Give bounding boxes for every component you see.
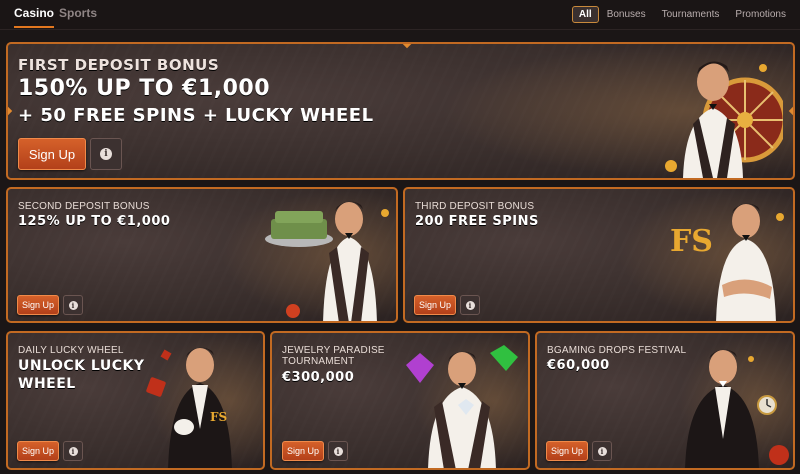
fs-badge-icon: FS [210, 410, 227, 424]
promo-card-third-deposit: THIRD DEPOSIT BONUS 200 FREE SPINS Sign … [403, 187, 795, 323]
promo-subheadline: + 50 FREE SPINS + LUCKY WHEEL [18, 105, 374, 126]
promo-title: BGAMING DROPS FESTIVAL [547, 345, 687, 356]
promo-card-bgaming-drops: BGAMING DROPS FESTIVAL €60,000 Sign Up i [535, 331, 795, 470]
promo-title: FIRST DEPOSIT BONUS [18, 56, 220, 74]
promo-headline: UNLOCK LUCKY [18, 358, 145, 374]
info-button[interactable]: i [328, 441, 348, 461]
tab-casino[interactable]: Casino [14, 6, 55, 28]
promo-headline: €300,000 [282, 370, 355, 385]
info-icon: i [597, 446, 607, 456]
dice-icon [146, 377, 166, 397]
info-button[interactable]: i [592, 441, 612, 461]
filter-tournaments[interactable]: Tournaments [654, 6, 728, 23]
promo-card-daily-lucky-wheel: DAILY LUCKY WHEEL UNLOCK LUCKY WHEEL Sig… [6, 331, 265, 470]
filter-group: All Bonuses Tournaments Promotions [571, 4, 794, 24]
host-with-wheel-illustration [665, 61, 783, 178]
sign-up-button[interactable]: Sign Up [282, 441, 324, 461]
sign-up-button[interactable]: Sign Up [414, 295, 456, 315]
info-button[interactable]: i [90, 138, 122, 170]
promo-headline: €60,000 [547, 358, 610, 373]
info-button[interactable]: i [63, 441, 83, 461]
info-button[interactable]: i [63, 295, 83, 315]
filter-all[interactable]: All [571, 5, 599, 23]
promo-title: SECOND DEPOSIT BONUS [18, 201, 150, 212]
host-arms-crossed-illustration: FS [670, 203, 784, 321]
sign-up-button[interactable]: Sign Up [546, 441, 588, 461]
info-icon: i [68, 300, 78, 310]
fs-badge-icon: FS [670, 224, 713, 259]
info-button[interactable]: i [460, 295, 480, 315]
top-nav-bar: Casino Sports All Bonuses Tournaments Pr… [0, 0, 800, 30]
info-icon: i [465, 300, 475, 310]
sign-up-button[interactable]: Sign Up [18, 138, 86, 170]
filter-bonuses[interactable]: Bonuses [599, 6, 654, 23]
promo-title-line2: TOURNAMENT [282, 356, 355, 367]
filter-promotions[interactable]: Promotions [727, 6, 794, 23]
promo-headline: 125% UP TO €1,000 [18, 214, 171, 229]
host-with-gems-illustration [406, 345, 518, 468]
host-with-keys-illustration: FS [146, 347, 232, 468]
gem-icon [490, 345, 518, 371]
promo-title: JEWELRY PARADISE [282, 345, 385, 356]
info-icon: i [333, 446, 343, 456]
promo-headline-line2: WHEEL [18, 376, 76, 392]
promo-headline: 150% UP TO €1,000 [18, 76, 271, 101]
host-with-money-tray-illustration [265, 201, 389, 321]
info-icon: i [100, 148, 112, 160]
host-with-pocket-watch-illustration [685, 349, 789, 468]
promo-card-first-deposit: FIRST DEPOSIT BONUS 150% UP TO €1,000 + … [6, 42, 795, 180]
tab-sports[interactable]: Sports [59, 6, 97, 20]
promo-title: DAILY LUCKY WHEEL [18, 345, 124, 356]
info-icon: i [68, 446, 78, 456]
promo-card-second-deposit: SECOND DEPOSIT BONUS 125% UP TO €1,000 S… [6, 187, 398, 323]
gem-icon [406, 353, 434, 383]
promo-headline: 200 FREE SPINS [415, 214, 539, 229]
promo-card-jewelry-paradise: JEWELRY PARADISE TOURNAMENT €300,000 Sig… [270, 331, 530, 470]
sign-up-button[interactable]: Sign Up [17, 295, 59, 315]
coin-icon [665, 160, 677, 172]
sign-up-button[interactable]: Sign Up [17, 441, 59, 461]
promo-title: THIRD DEPOSIT BONUS [415, 201, 535, 212]
